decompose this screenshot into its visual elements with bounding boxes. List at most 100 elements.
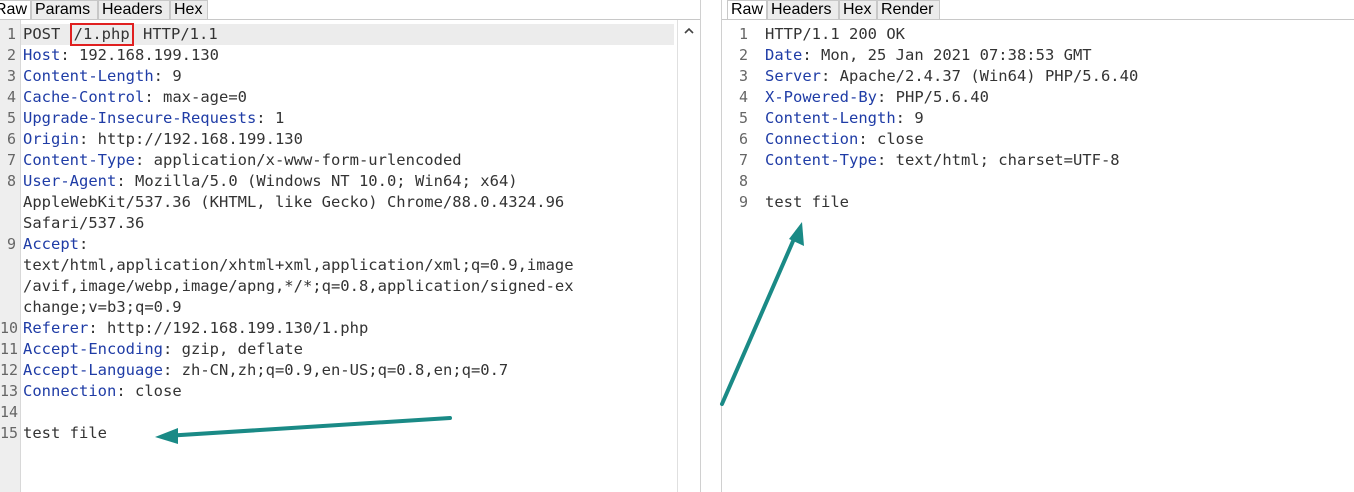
header-value: max-age=0 bbox=[163, 88, 247, 106]
request-line: 6 Origin: http://192.168.199.130 bbox=[0, 129, 676, 150]
tab-response-raw[interactable]: Raw bbox=[727, 0, 767, 19]
header-separator: : bbox=[876, 151, 896, 169]
chevron-up-icon[interactable] bbox=[682, 26, 696, 40]
header-separator: : bbox=[162, 361, 182, 379]
header-value: http://192.168.199.130/1.php bbox=[107, 319, 369, 337]
request-tab-bar: Raw Params Headers Hex bbox=[0, 0, 700, 20]
line-number: 6 bbox=[6, 130, 16, 148]
request-line: 11 Accept-Encoding: gzip, deflate bbox=[0, 339, 676, 360]
tab-request-headers[interactable]: Headers bbox=[98, 0, 170, 19]
header-separator: : bbox=[162, 340, 182, 358]
tab-request-params[interactable]: Params bbox=[31, 0, 98, 19]
pane-splitter[interactable] bbox=[700, 0, 722, 492]
http-version: HTTP/1.1 bbox=[143, 25, 218, 43]
header-value: application/x-www-form-urlencoded bbox=[153, 151, 462, 169]
header-line: Connection: close bbox=[23, 381, 182, 402]
header-name: Origin bbox=[23, 130, 79, 148]
line-number: 5 bbox=[6, 109, 16, 127]
text-line: change;v=b3;q=0.9 bbox=[23, 298, 182, 316]
response-line: 1 HTTP/1.1 200 OK bbox=[722, 24, 1330, 45]
line-number: 3 bbox=[6, 67, 16, 85]
request-line: 13 Connection: close bbox=[0, 381, 676, 402]
request-text-editor[interactable]: 1 POST /1.php HTTP/1.1 2 Host: 192.168.199.… bbox=[0, 23, 676, 444]
line-number: 9 bbox=[738, 193, 748, 211]
request-line: 5 Upgrade-Insecure-Requests: 1 bbox=[0, 108, 676, 129]
response-line: 6 Connection: close bbox=[722, 129, 1330, 150]
request-line: AppleWebKit/537.36 (KHTML, like Gecko) C… bbox=[0, 192, 676, 213]
line-number: 7 bbox=[6, 151, 16, 169]
header-name: Connection bbox=[23, 382, 117, 400]
header-separator: : bbox=[153, 67, 173, 85]
response-line: 4 X-Powered-By: PHP/5.6.40 bbox=[722, 87, 1330, 108]
header-separator: : bbox=[60, 46, 79, 64]
header-value: 192.168.199.130 bbox=[79, 46, 219, 64]
header-name: Date bbox=[765, 46, 803, 64]
line-number: 1 bbox=[738, 25, 748, 43]
header-line: X-Powered-By: PHP/5.6.40 bbox=[765, 87, 989, 108]
header-name: Accept-Language bbox=[23, 361, 163, 379]
request-line: text/html,application/xhtml+xml,applicat… bbox=[0, 255, 676, 276]
header-name: Content-Length bbox=[23, 67, 154, 85]
header-separator: : bbox=[821, 67, 840, 85]
header-separator: : bbox=[134, 151, 154, 169]
text-line: AppleWebKit/537.36 (KHTML, like Gecko) C… bbox=[23, 193, 565, 211]
tab-request-hex[interactable]: Hex bbox=[170, 0, 208, 19]
http-method: POST bbox=[23, 25, 61, 43]
header-name: Accept bbox=[23, 235, 79, 253]
header-name: Server bbox=[765, 67, 821, 85]
tab-request-raw[interactable]: Raw bbox=[0, 0, 31, 19]
request-line: 14 bbox=[0, 402, 676, 423]
header-value: zh-CN,zh;q=0.9,en-US;q=0.8,en;q=0.7 bbox=[181, 361, 509, 379]
line-number: 8 bbox=[738, 172, 748, 190]
header-name: Upgrade-Insecure-Requests bbox=[23, 109, 257, 127]
request-vertical-scrollbar[interactable] bbox=[677, 20, 700, 492]
header-value: http://192.168.199.130 bbox=[97, 130, 303, 148]
header-line: Referer: http://192.168.199.130/1.php bbox=[23, 318, 368, 339]
request-line: POST /1.php HTTP/1.1 bbox=[23, 23, 218, 46]
header-separator: : bbox=[895, 109, 915, 127]
line-number: 2 bbox=[6, 46, 16, 64]
header-name: Content-Type bbox=[23, 151, 135, 169]
header-line: Content-Length: 9 bbox=[765, 108, 924, 129]
line-number: 4 bbox=[738, 88, 748, 106]
response-line: 8 bbox=[722, 171, 1330, 192]
response-line: 5 Content-Length: 9 bbox=[722, 108, 1330, 129]
header-name: Host bbox=[23, 46, 61, 64]
line-number: 3 bbox=[738, 67, 748, 85]
header-line: Accept-Language: zh-CN,zh;q=0.9,en-US;q=… bbox=[23, 360, 508, 381]
header-line: Accept-Encoding: gzip, deflate bbox=[23, 339, 303, 360]
response-line: 3 Server: Apache/2.4.37 (Win64) PHP/5.6.4… bbox=[722, 66, 1330, 87]
line-number: 2 bbox=[738, 46, 748, 64]
header-value: close bbox=[135, 382, 182, 400]
request-line: 15 test file bbox=[0, 423, 676, 444]
text-line: test file bbox=[23, 424, 107, 442]
header-value: 1 bbox=[274, 109, 285, 127]
header-line: Origin: http://192.168.199.130 bbox=[23, 129, 303, 150]
response-text-viewer[interactable]: 1 HTTP/1.1 200 OK 2 Date: Mon, 25 Jan 2021 … bbox=[722, 24, 1330, 213]
request-line: 2 Host: 192.168.199.130 bbox=[0, 45, 676, 66]
request-line: 7 Content-Type: application/x-www-form-ur… bbox=[0, 150, 676, 171]
line-number: 6 bbox=[738, 130, 748, 148]
header-name: X-Powered-By bbox=[765, 88, 877, 106]
header-name: Accept-Encoding bbox=[23, 340, 163, 358]
tab-response-headers[interactable]: Headers bbox=[767, 0, 839, 19]
response-tab-bar: Raw Headers Hex Render bbox=[722, 0, 1354, 20]
line-number: 14 bbox=[0, 403, 19, 421]
line-number: 12 bbox=[0, 361, 19, 379]
header-name: Connection bbox=[765, 130, 859, 148]
request-line: 9 Accept: bbox=[0, 234, 676, 255]
header-line: Content-Type: application/x-www-form-url… bbox=[23, 150, 462, 171]
line-number: 8 bbox=[6, 172, 16, 190]
request-line: 4 Cache-Control: max-age=0 bbox=[0, 87, 676, 108]
header-separator: : bbox=[116, 172, 135, 190]
header-value: Apache/2.4.37 (Win64) PHP/5.6.40 bbox=[839, 67, 1139, 85]
line-number: 15 bbox=[0, 424, 19, 442]
text-line: Safari/537.36 bbox=[23, 214, 145, 232]
header-value: Mon, 25 Jan 2021 07:38:53 GMT bbox=[821, 46, 1092, 64]
header-value: close bbox=[877, 130, 924, 148]
response-viewer-pane: Raw Headers Hex Render 1 HTTP/1.1 200 OK 2… bbox=[722, 0, 1354, 492]
header-line: Content-Length: 9 bbox=[23, 66, 182, 87]
tab-response-hex[interactable]: Hex bbox=[839, 0, 877, 19]
line-number: 5 bbox=[738, 109, 748, 127]
tab-response-render[interactable]: Render bbox=[877, 0, 940, 19]
